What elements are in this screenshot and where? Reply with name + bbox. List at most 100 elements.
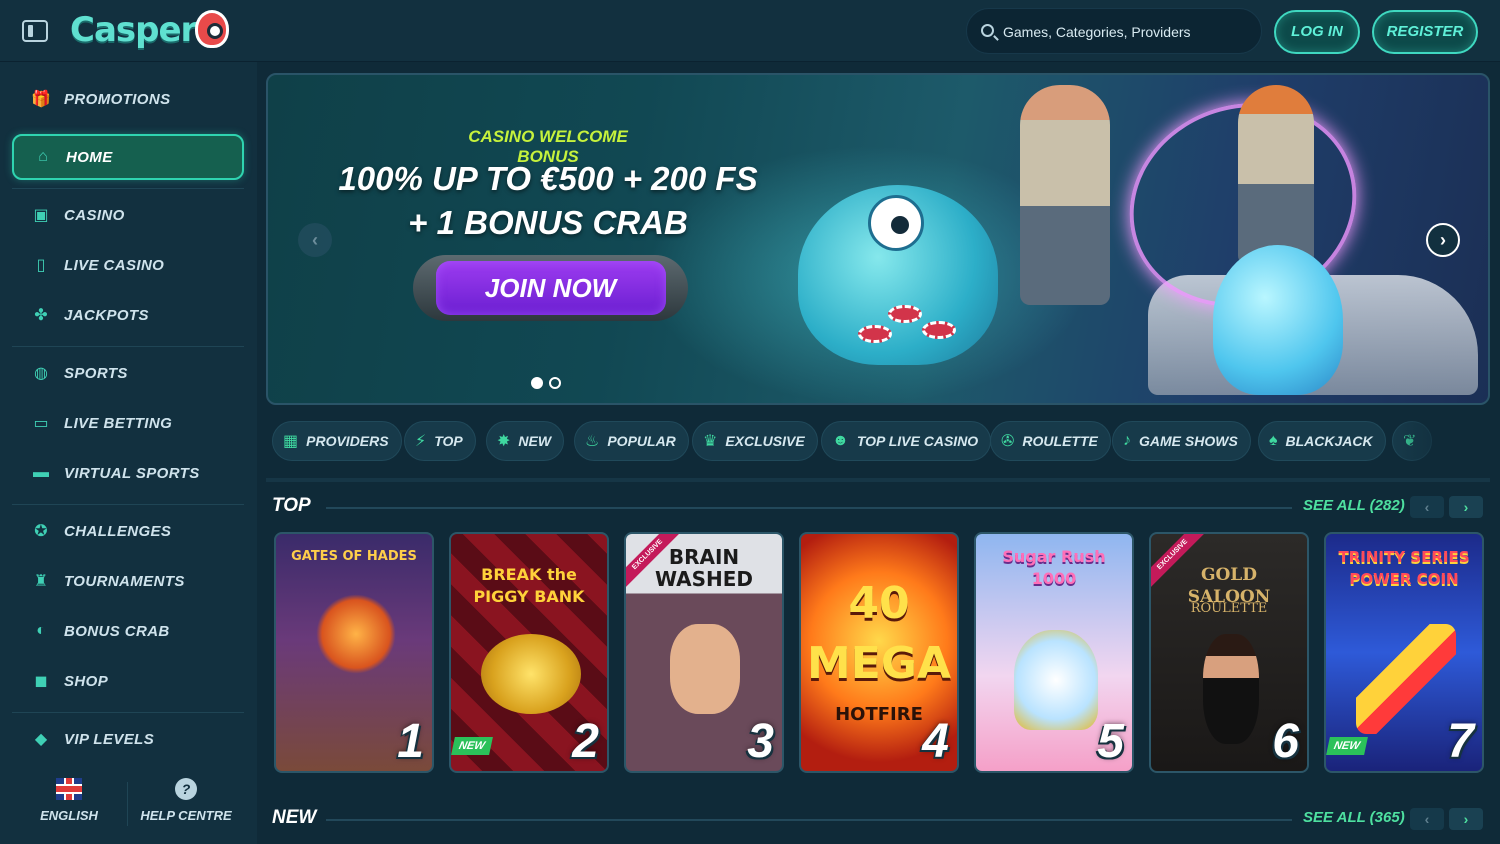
sidebar-item-label: CHALLENGES <box>64 522 172 540</box>
category-providers[interactable]: ▦ PROVIDERS <box>272 421 402 461</box>
category-new[interactable]: ✸ NEW <box>486 421 565 461</box>
carousel-dot-2[interactable] <box>549 377 561 389</box>
language-label: ENGLISH <box>40 808 98 823</box>
game-subtitle: ROULETTE <box>1190 601 1268 616</box>
category-bar: ▦ PROVIDERS ⚡ TOP ✸ NEW ♨ POPULAR ♛ EXCLUSIVE… <box>272 421 1492 461</box>
chevron-left-icon[interactable]: ‹ <box>1410 808 1444 830</box>
sidebar-item-promotions[interactable]: 🎁 PROMOTIONS <box>12 76 244 122</box>
trophy-icon: ♜ <box>33 573 49 590</box>
game-card[interactable]: Sugar Rush 1000 5 <box>974 532 1134 773</box>
sidebar-item-challenges[interactable]: ✪ CHALLENGES <box>12 508 244 554</box>
site-logo[interactable]: Casper <box>70 10 197 52</box>
sidebar-item-virtual-sports[interactable]: ▬ VIRTUAL SPORTS <box>12 450 244 496</box>
sidebar-item-vip-levels[interactable]: ◆ VIP LEVELS <box>12 716 244 762</box>
register-button[interactable]: REGISTER <box>1372 10 1478 54</box>
join-now-button[interactable]: JOIN NOW <box>413 255 688 321</box>
phone-card-icon: ▯ <box>36 257 46 274</box>
hero-man-illustration <box>1020 85 1110 305</box>
language-selector[interactable]: ENGLISH <box>14 778 124 823</box>
sidebar-item-label: JACKPOTS <box>64 306 149 324</box>
sidebar-divider <box>12 712 244 713</box>
promo-banner[interactable]: CASINO WELCOME BONUS 100% UP TO €500 + 2… <box>266 73 1490 405</box>
sidebar-item-casino[interactable]: ▣ CASINO <box>12 192 244 238</box>
category-blackjack[interactable]: ♠ BLACKJACK <box>1258 421 1386 461</box>
chevron-left-icon[interactable]: ‹ <box>298 223 332 257</box>
character-art <box>670 624 740 714</box>
search-bar[interactable] <box>966 8 1262 54</box>
game-card[interactable]: EXCLUSIVE BRAIN WASHED 3 <box>624 532 784 773</box>
see-all-top-link[interactable]: SEE ALL (282) <box>1303 497 1405 514</box>
sidebar-item-live-betting[interactable]: ▭ LIVE BETTING <box>12 400 244 446</box>
sidebar: 🎁 PROMOTIONS ⌂ HOME ▣ CASINO ▯ LIVE CASI… <box>0 62 257 844</box>
game-card[interactable]: GATES OF HADES 1 <box>274 532 434 773</box>
footer-divider <box>127 782 128 826</box>
sidebar-item-shop[interactable]: ◼ SHOP <box>12 658 244 704</box>
grid-icon: ▦ <box>283 433 299 450</box>
section-separator <box>266 478 1490 482</box>
category-popular[interactable]: ♨ POPULAR <box>574 421 689 461</box>
help-icon: ? <box>175 778 197 800</box>
sidebar-item-label: LIVE BETTING <box>64 414 173 432</box>
sidebar-item-label: HOME <box>66 148 113 166</box>
game-rank: 6 <box>1272 715 1299 768</box>
chevron-right-icon[interactable]: › <box>1449 808 1483 830</box>
see-all-new-link[interactable]: SEE ALL (365) <box>1303 809 1405 826</box>
category-game-shows[interactable]: ♪ GAME SHOWS <box>1112 421 1251 461</box>
dealer-icon: ☻ <box>832 432 849 449</box>
sidebar-item-sports[interactable]: ◍ SPORTS <box>12 350 244 396</box>
sidebar-item-bonus-crab[interactable]: ◐ BONUS CRAB <box>12 608 244 654</box>
section-title-top: TOP <box>272 495 311 516</box>
category-top[interactable]: ⚡ TOP <box>404 421 476 461</box>
new-badge: NEW <box>1326 737 1368 755</box>
promo-title-line2: + 1 BONUS CRAB <box>408 204 688 241</box>
sidebar-toggle-icon[interactable] <box>22 20 48 42</box>
sidebar-item-label: SHOP <box>64 672 109 690</box>
ball-icon: ◍ <box>34 365 48 382</box>
monitor-icon: ▬ <box>33 464 49 481</box>
game-card[interactable]: TRINITY SERIES POWER COIN NEW 7 <box>1324 532 1484 773</box>
diamond-icon: ◆ <box>34 731 48 748</box>
game-card[interactable]: EXCLUSIVE GOLD SALOON ROULETTE 6 <box>1149 532 1309 773</box>
roulette-icon: ✇ <box>1001 433 1015 450</box>
sidebar-item-live-casino[interactable]: ▯ LIVE CASINO <box>12 242 244 288</box>
category-fade <box>1390 421 1490 461</box>
sidebar-divider <box>12 504 244 505</box>
category-top-live-casino[interactable]: ☻ TOP LIVE CASINO <box>821 421 992 461</box>
cards-icon: ♠ <box>1269 432 1278 449</box>
sidebar-item-jackpots[interactable]: ✤ JACKPOTS <box>12 292 244 338</box>
game-card[interactable]: BREAK the PIGGY BANK NEW 2 <box>449 532 609 773</box>
blue-ghost-illustration <box>1213 245 1343 395</box>
live-tv-icon: ▭ <box>33 415 49 432</box>
promo-title: 100% UP TO €500 + 200 FS + 1 BONUS CRAB <box>328 157 768 245</box>
chevron-left-icon[interactable]: ‹ <box>1410 496 1444 518</box>
section-rule <box>326 507 1292 509</box>
chevron-right-icon[interactable]: › <box>1449 496 1483 518</box>
sidebar-divider <box>12 346 244 347</box>
game-card[interactable]: 40 MEGA HOTFIRE 4 <box>799 532 959 773</box>
hero-woman-illustration <box>1238 85 1314 265</box>
clover-icon: ✤ <box>34 307 48 324</box>
category-exclusive[interactable]: ♛ EXCLUSIVE <box>692 421 818 461</box>
uk-flag-icon <box>56 778 82 800</box>
game-title: Sugar Rush 1000 <box>1002 547 1106 588</box>
chevron-right-icon[interactable]: › <box>1426 223 1460 257</box>
section-rule <box>326 819 1292 821</box>
medal-icon: ✪ <box>34 523 48 540</box>
login-button[interactable]: LOG IN <box>1274 10 1360 54</box>
lightning-bolt-art <box>1356 624 1456 734</box>
sidebar-item-home[interactable]: ⌂ HOME <box>12 134 244 180</box>
search-input[interactable] <box>1003 17 1253 47</box>
game-rank: 1 <box>397 715 424 768</box>
game-rank: 3 <box>747 715 774 768</box>
sidebar-item-tournaments[interactable]: ♜ TOURNAMENTS <box>12 558 244 604</box>
carousel-dot-1[interactable] <box>531 377 543 389</box>
carousel-dots <box>531 377 561 389</box>
help-centre-link[interactable]: ? HELP CENTRE <box>131 778 241 823</box>
mascot-logo-icon <box>195 10 229 48</box>
slot-machine-icon: ▣ <box>33 207 49 224</box>
flame-icon: ♨ <box>585 433 600 450</box>
category-roulette[interactable]: ✇ ROULETTE <box>990 421 1111 461</box>
section-title-new: NEW <box>272 807 317 828</box>
sidebar-item-label: TOURNAMENTS <box>64 572 185 590</box>
dealer-art <box>1203 634 1259 744</box>
